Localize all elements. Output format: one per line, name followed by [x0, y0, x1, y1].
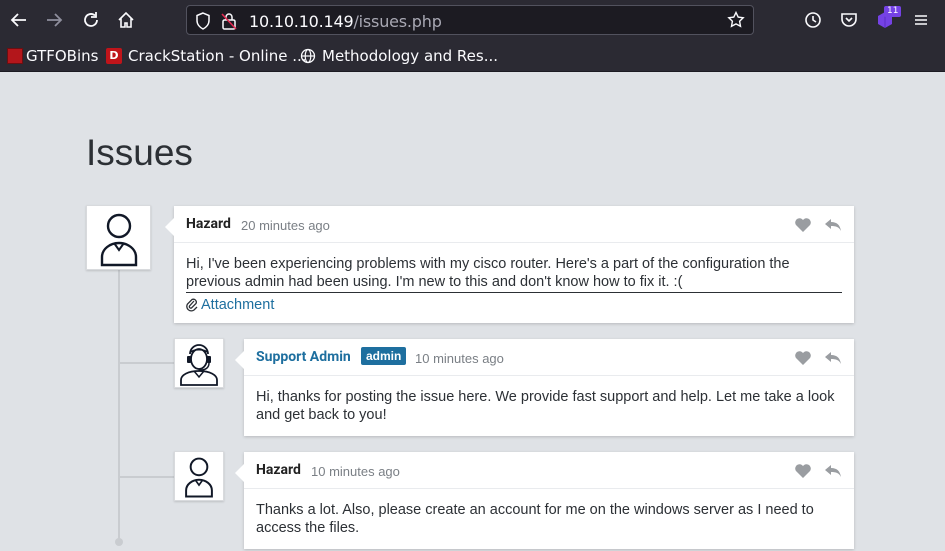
url-path: /issues.php: [353, 12, 442, 31]
bookmark-methodology[interactable]: Methodology and Res...: [300, 47, 498, 65]
bookmark-label: Methodology and Res...: [322, 47, 499, 65]
support-agent-icon: [180, 344, 218, 386]
reply-icon[interactable]: [824, 217, 842, 233]
page-title: Issues: [86, 132, 193, 173]
comment-card: Hazard 20 minutes ago Hi, I've been expe…: [165, 206, 854, 324]
comment-time: 10 minutes ago: [415, 351, 504, 366]
hamburger-menu-icon: [915, 15, 927, 25]
role-badge: admin: [361, 347, 407, 365]
comment-body: Hi, thanks for posting the issue here. W…: [244, 376, 854, 434]
bookmark-label: GTFOBins: [26, 47, 99, 65]
bookmark-gtfobins[interactable]: GTFOBins: [7, 47, 98, 65]
bookmarks-bar: GTFOBins D CrackStation - Online ... Met…: [0, 40, 945, 72]
shield-icon[interactable]: [195, 12, 211, 30]
home-icon: [118, 11, 134, 28]
forward-button[interactable]: [42, 8, 66, 32]
back-button[interactable]: [7, 8, 31, 32]
url-text[interactable]: 10.10.10.149/issues.php: [249, 12, 442, 31]
arrow-right-icon: [47, 13, 63, 27]
attachment-link[interactable]: Attachment: [186, 296, 842, 314]
comment-header: Support Admin admin 10 minutes ago: [244, 339, 854, 376]
comment-text: Hi, thanks for posting the issue here. W…: [256, 389, 835, 423]
extensions-badge: 11: [884, 6, 902, 17]
thread-end-dot: [115, 538, 123, 546]
thread-branch: [118, 476, 174, 478]
comment-time: 20 minutes ago: [241, 218, 330, 233]
comment-time: 10 minutes ago: [311, 464, 400, 479]
comment-card: Support Admin admin 10 minutes ago Hi, t…: [235, 339, 854, 436]
attachment-label: Attachment: [201, 297, 275, 313]
comment-body: Thanks a lot. Also, please create an acc…: [244, 489, 854, 547]
pocket-icon: [841, 13, 857, 27]
user-icon: [185, 457, 213, 498]
avatar: [174, 338, 224, 388]
url-host: 10.10.10.149: [249, 12, 354, 31]
heart-icon[interactable]: [794, 350, 812, 366]
bookmark-label: CrackStation - Online ...: [128, 47, 307, 65]
comment-actions: [794, 463, 842, 479]
home-button[interactable]: [114, 8, 138, 32]
insecure-lock-icon[interactable]: [221, 12, 237, 30]
comment-text: Hi, I've been experiencing problems with…: [186, 255, 842, 293]
comment-author[interactable]: Hazard: [186, 216, 231, 232]
comment-actions: [794, 217, 842, 233]
comment-author[interactable]: Support Admin: [256, 349, 351, 365]
url-bar[interactable]: 10.10.10.149/issues.php: [186, 5, 754, 35]
bookmark-star-icon[interactable]: [727, 11, 745, 29]
comment-text: Thanks a lot. Also, please create an acc…: [256, 502, 814, 536]
avatar: [86, 205, 151, 270]
comment-actions: [794, 350, 842, 366]
reply-icon[interactable]: [824, 463, 842, 479]
globe-icon: [300, 48, 316, 64]
reload-icon: [84, 12, 98, 27]
comment-header: Hazard 20 minutes ago: [174, 206, 854, 243]
history-button[interactable]: [801, 8, 825, 32]
comment-card: Hazard 10 minutes ago Thanks a lot. Also…: [235, 452, 854, 549]
thread-line: [118, 270, 120, 542]
avatar: [174, 451, 224, 501]
heart-icon[interactable]: [794, 217, 812, 233]
history-icon: [805, 12, 821, 28]
paperclip-icon: [186, 298, 198, 312]
reply-icon[interactable]: [824, 350, 842, 366]
gtfobins-favicon-icon: [7, 48, 23, 64]
crackstation-favicon-icon: D: [106, 48, 122, 64]
comment-body: Hi, I've been experiencing problems with…: [174, 243, 854, 324]
comment-header: Hazard 10 minutes ago: [244, 452, 854, 489]
pocket-button[interactable]: [837, 8, 861, 32]
reload-button[interactable]: [79, 8, 103, 32]
bookmark-crackstation[interactable]: D CrackStation - Online ...: [106, 47, 307, 65]
thread-branch: [118, 362, 174, 364]
menu-button[interactable]: [909, 8, 933, 32]
browser-toolbar: 10.10.10.149/issues.php 11: [0, 0, 945, 40]
arrow-left-icon: [10, 13, 26, 27]
user-icon: [100, 213, 137, 266]
heart-icon[interactable]: [794, 463, 812, 479]
comment-author[interactable]: Hazard: [256, 462, 301, 478]
